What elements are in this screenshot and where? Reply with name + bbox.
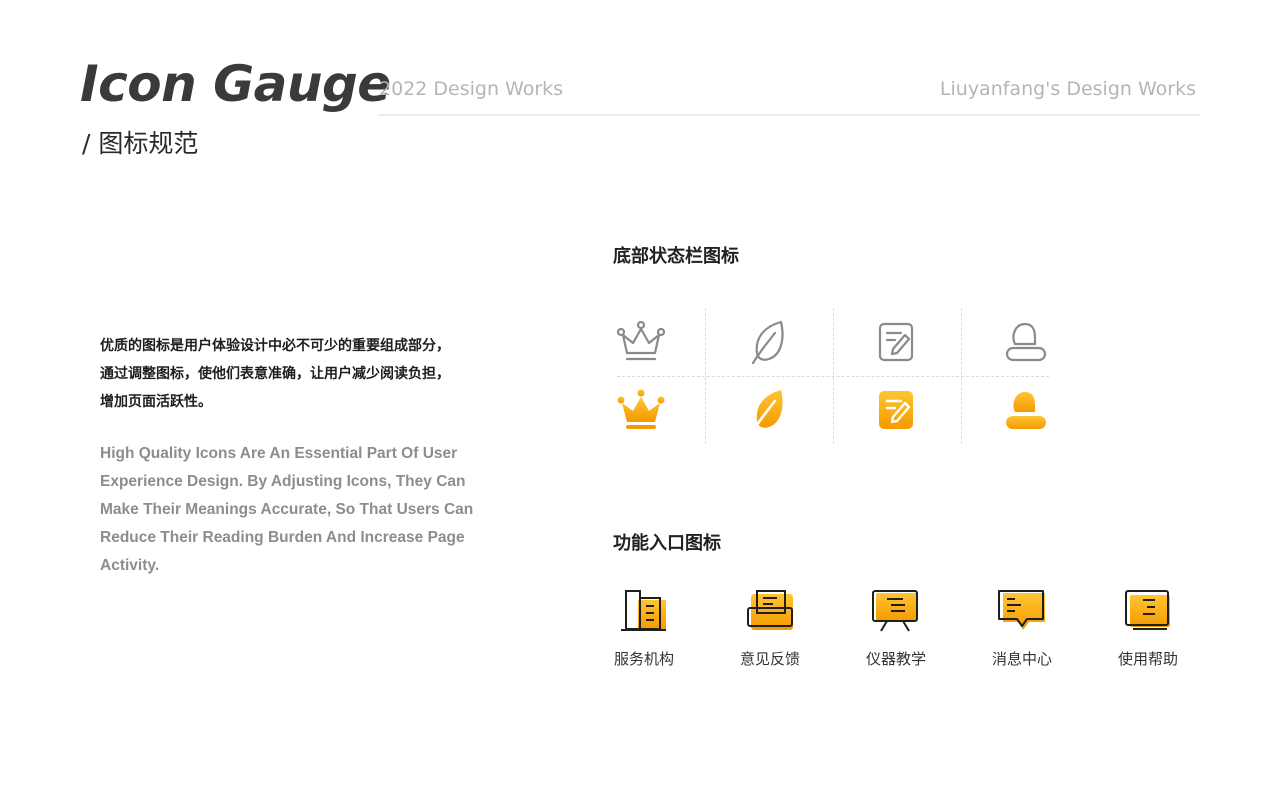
function-item-label: 意见反馈 — [739, 650, 800, 668]
function-item-feedback[interactable]: 意见反馈 — [710, 588, 830, 669]
page-subtitle: / 图标规范 — [82, 129, 199, 158]
leaf-icon[interactable] — [705, 308, 833, 376]
message-icon — [998, 590, 1045, 630]
description-cn: 优质的图标是用户体验设计中必不可少的重要组成部分， 通过调整图标，使他们表意准确… — [100, 332, 500, 416]
note-edit-icon[interactable] — [833, 308, 961, 376]
function-item-service[interactable]: 服务机构 — [584, 588, 704, 669]
crown-icon[interactable] — [577, 308, 705, 376]
user-icon[interactable] — [961, 308, 1089, 376]
leaf-icon[interactable] — [705, 376, 833, 444]
user-icon[interactable] — [961, 376, 1089, 444]
function-item-label: 仪器教学 — [865, 650, 926, 668]
building-icon — [621, 590, 666, 631]
function-entry-section-title: 功能入口图标 — [613, 533, 721, 554]
function-item-instrument[interactable]: 仪器教学 — [836, 588, 956, 669]
feedback-icon — [747, 590, 793, 630]
function-item-message[interactable]: 消息中心 — [962, 588, 1082, 669]
note-edit-icon[interactable] — [833, 376, 961, 444]
function-item-label: 使用帮助 — [1117, 650, 1178, 668]
help-book-icon — [1125, 590, 1170, 630]
description-cn-line: 增加页面活跃性。 — [100, 394, 212, 410]
page-title: Icon Gauge — [80, 55, 391, 113]
function-item-label: 服务机构 — [613, 650, 674, 668]
header-divider — [378, 114, 1200, 116]
author-label: Liuyanfang's Design Works — [939, 78, 1196, 100]
function-item-help[interactable]: 使用帮助 — [1088, 588, 1208, 669]
description-en: High Quality Icons Are An Essential Part… — [100, 445, 474, 574]
crown-icon[interactable] — [577, 376, 705, 444]
description-cn-line: 优质的图标是用户体验设计中必不可少的重要组成部分， — [100, 338, 450, 354]
description-cn-line: 通过调整图标，使他们表意准确，让用户减少阅读负担， — [100, 366, 450, 382]
status-bar-section-title: 底部状态栏图标 — [613, 246, 739, 267]
year-label: 2022 Design Works — [379, 78, 564, 100]
status-bar-icon-grid — [577, 308, 1089, 444]
function-item-label: 消息中心 — [991, 650, 1052, 668]
instrument-teaching-icon — [872, 590, 918, 632]
